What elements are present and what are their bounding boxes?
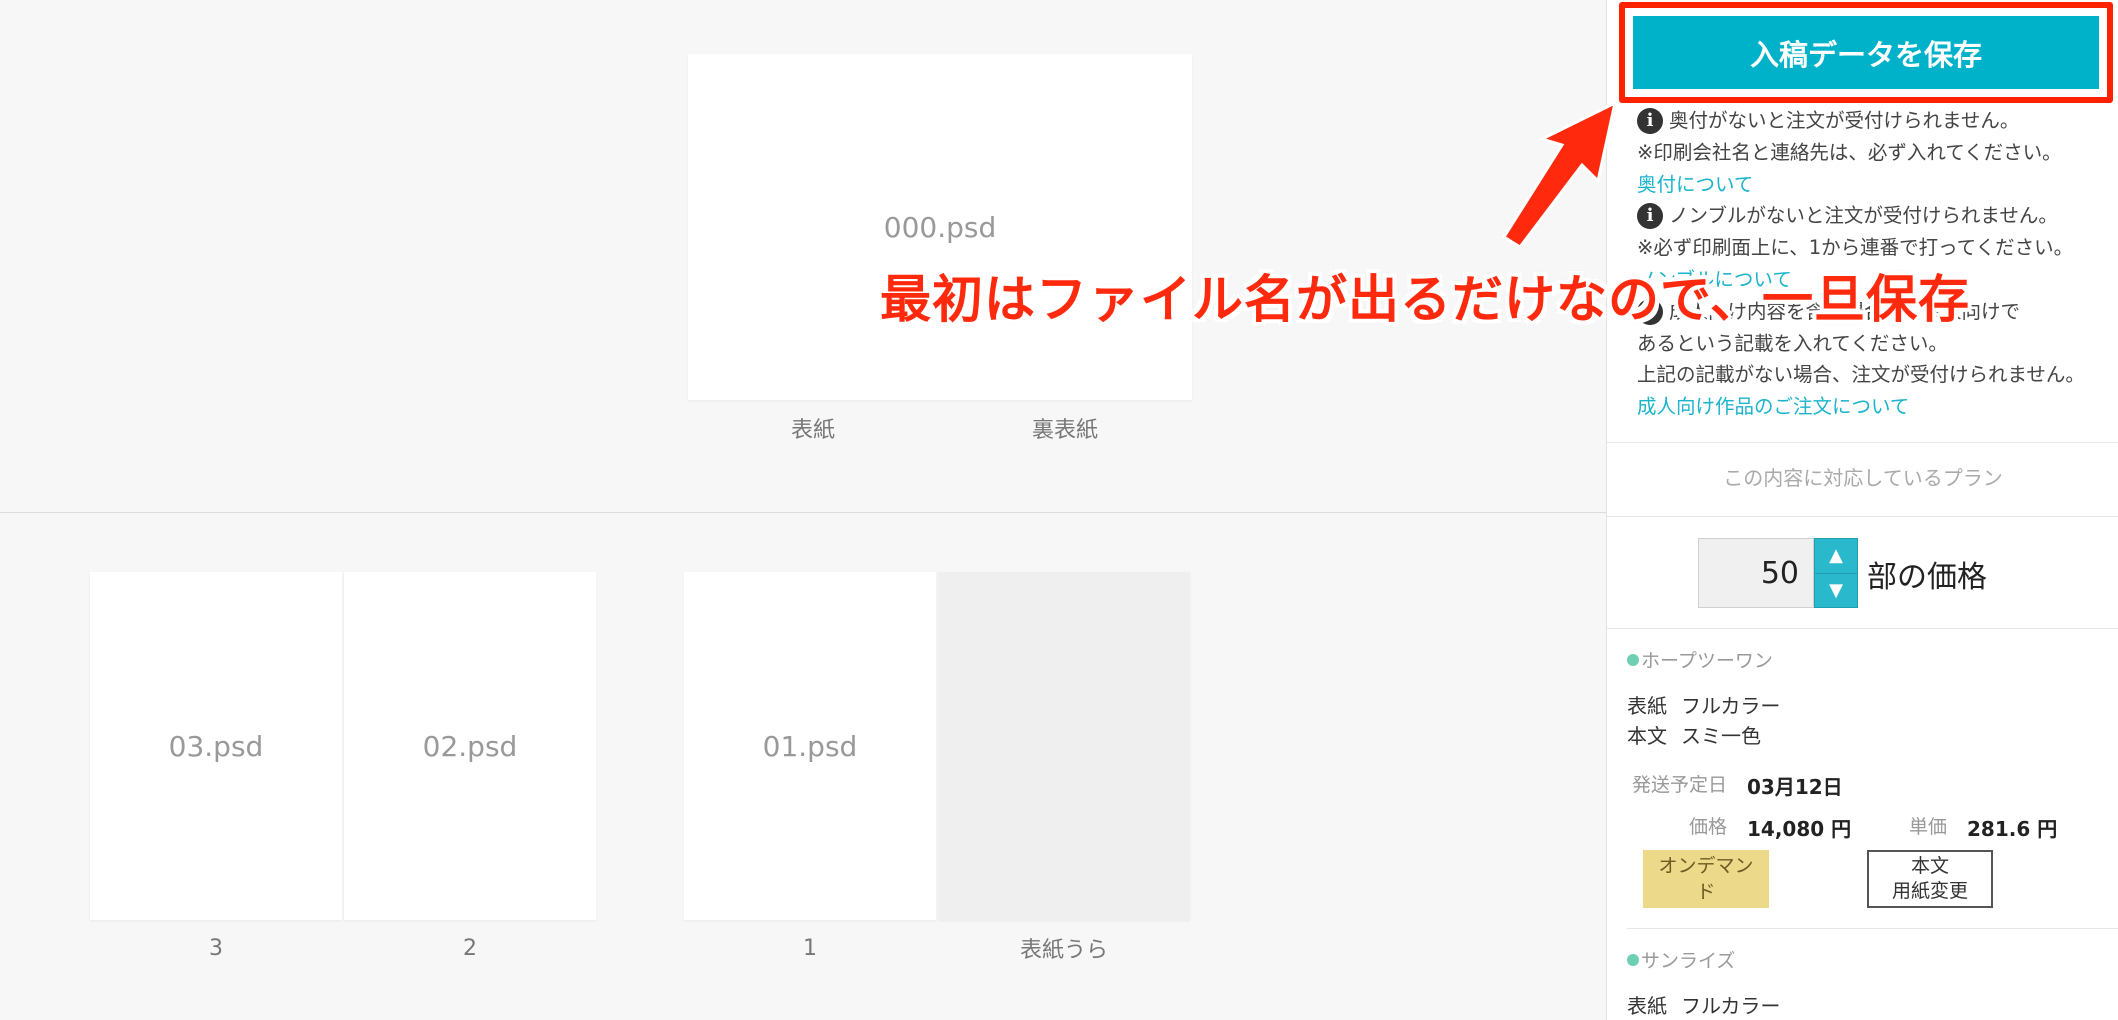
plan-name[interactable]: サンライズ xyxy=(1627,946,1735,973)
page-slot-inside-cover[interactable] xyxy=(938,572,1190,920)
page-file-name: 03.psd xyxy=(168,729,264,763)
page-slot-1[interactable]: 01.psd xyxy=(684,572,936,920)
save-button-highlight: 入稿データを保存 xyxy=(1619,2,2113,103)
info-icon: i xyxy=(1637,203,1663,230)
plan-body-spec: 本文 スミ一色 xyxy=(1627,720,1761,749)
separator xyxy=(1607,516,2118,517)
plan-dot-icon xyxy=(1627,653,1639,666)
badge-line: オンデマン xyxy=(1658,855,1754,877)
cover-file-name: 000.psd xyxy=(883,210,997,244)
ship-date-value: 03月12日 xyxy=(1747,775,1843,799)
okuzuke-note: ※印刷会社名と連絡先は、必ず入れてください。 xyxy=(1637,140,2062,164)
order-sidebar: 入稿データを保存 i 奥付がないと注文が受付けられません。 ※印刷会社名と連絡先… xyxy=(1606,0,2118,1020)
annotation-arrow-icon xyxy=(1501,100,1618,245)
badge-line: ド xyxy=(1696,881,1716,903)
spec-value: スミ一色 xyxy=(1681,724,1761,748)
section-divider xyxy=(0,512,1606,513)
separator xyxy=(1607,442,2118,443)
spec-key: 表紙 xyxy=(1627,694,1667,718)
spec-key: 表紙 xyxy=(1627,994,1667,1018)
quantity-price-label: 部の価格 xyxy=(1867,560,1987,595)
page-canvas: 000.psd 表紙 裏表紙 03.psd 02.psd 3 2 01.psd … xyxy=(0,0,1606,1020)
stepper-down-icon[interactable]: ▼ xyxy=(1815,574,1857,608)
page-slot-2[interactable]: 02.psd xyxy=(344,572,596,920)
spec-value: フルカラー xyxy=(1681,994,1781,1018)
stepper-up-icon[interactable]: ▲ xyxy=(1815,539,1857,574)
price-label: 価格 xyxy=(1688,816,1727,838)
badge-line: 用紙変更 xyxy=(1891,880,1968,902)
okuzuke-warning: 奥付がないと注文が受付けられません。 xyxy=(1669,109,2020,132)
cover-front-label: 表紙 xyxy=(790,418,835,443)
separator xyxy=(1627,928,2118,929)
page-number-label: 2 xyxy=(463,936,477,961)
plan-dot-icon xyxy=(1627,953,1639,966)
save-upload-data-button[interactable]: 入稿データを保存 xyxy=(1633,16,2099,89)
quantity-stepper[interactable]: ▲ ▼ xyxy=(1814,538,1858,608)
page-slot-3[interactable]: 03.psd xyxy=(90,572,342,920)
info-icon: i xyxy=(1637,107,1663,134)
cover-back-label: 裏表紙 xyxy=(1031,418,1098,443)
adult-warning-2: あるという記載を入れてください。 xyxy=(1637,331,1948,355)
cover-spread[interactable]: 000.psd xyxy=(688,54,1192,400)
plan-name-text: ホープツーワン xyxy=(1641,650,1773,672)
unit-price-label: 単価 xyxy=(1908,816,1947,838)
adult-order-link[interactable]: 成人向け作品のご注文について xyxy=(1637,391,2107,423)
okuzuke-warning-line: i 奥付がないと注文が受付けられません。 xyxy=(1637,105,2107,137)
page-file-name: 01.psd xyxy=(762,729,858,763)
badge-line: 本文 xyxy=(1910,855,1949,877)
okuzuke-link[interactable]: 奥付について xyxy=(1637,169,2107,201)
plan-heading: この内容に対応しているプラン xyxy=(1723,466,2003,490)
page-file-name: 02.psd xyxy=(422,729,518,763)
adult-warning-3: 上記の記載がない場合、注文が受付けられません。 xyxy=(1637,363,2085,387)
spec-value: フルカラー xyxy=(1681,694,1781,718)
plan-name[interactable]: ホープツーワン xyxy=(1627,646,1773,673)
page-number-label: 3 xyxy=(209,936,223,961)
plan-cover-spec: 表紙 フルカラー xyxy=(1627,990,1780,1019)
plan-name-text: サンライズ xyxy=(1641,950,1736,972)
separator xyxy=(1607,628,2118,629)
page-number-label: 1 xyxy=(803,936,817,961)
quantity-input[interactable]: 50 xyxy=(1698,538,1814,608)
nombre-warning-line: i ノンブルがないと注文が受付けられません。 xyxy=(1637,200,2107,232)
change-paper-button[interactable]: 本文 用紙変更 xyxy=(1867,850,1993,908)
ship-date-label: 発送予定日 xyxy=(1631,774,1727,796)
annotation-caption: 最初はファイル名が出るだけなので、一旦保存 xyxy=(880,271,1970,330)
nombre-warning: ノンブルがないと注文が受付けられません。 xyxy=(1669,204,2058,228)
plan-cover-spec: 表紙 フルカラー xyxy=(1627,690,1780,719)
page-number-label: 表紙うら xyxy=(1019,938,1108,963)
price-value: 14,080 円 xyxy=(1747,817,1852,841)
spec-key: 本文 xyxy=(1627,724,1667,748)
unit-price-value: 281.6 円 xyxy=(1967,817,2058,841)
ondemand-badge: オンデマン ド xyxy=(1643,850,1769,908)
